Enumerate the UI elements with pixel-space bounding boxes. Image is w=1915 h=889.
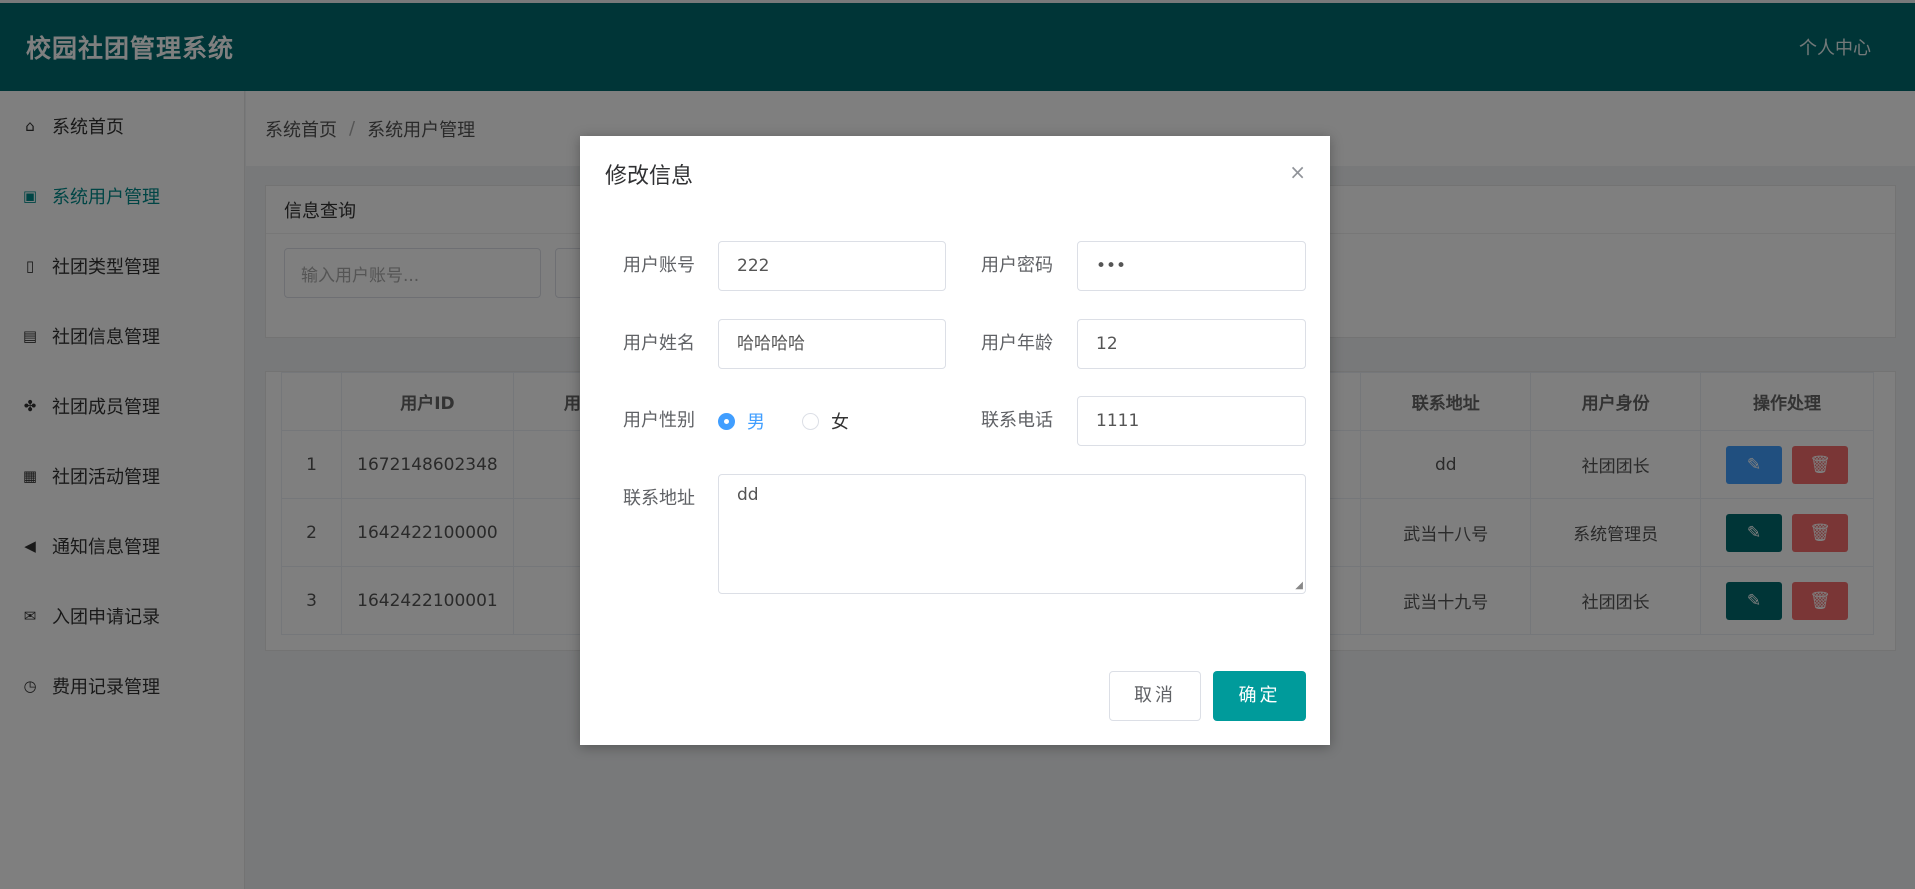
name-field[interactable]: 哈哈哈哈 <box>718 319 946 369</box>
radio-unchecked-icon <box>802 412 819 430</box>
gender-male-label: 男 <box>747 412 765 433</box>
age-label: 用户年龄 <box>981 333 1053 354</box>
age-field[interactable]: 12 <box>1077 319 1306 369</box>
radio-checked-icon <box>718 412 735 430</box>
account-field[interactable]: 222 <box>718 241 946 291</box>
gender-label: 用户性别 <box>623 410 695 431</box>
address-textarea[interactable]: dd ◢ <box>718 474 1306 594</box>
phone-field[interactable]: 1111 <box>1077 396 1306 446</box>
gender-radio-male[interactable]: 男 <box>718 396 765 446</box>
gender-female-label: 女 <box>831 412 849 433</box>
gender-radio-female[interactable]: 女 <box>802 396 849 446</box>
phone-label: 联系电话 <box>981 410 1053 431</box>
address-label: 联系地址 <box>623 488 695 509</box>
account-label: 用户账号 <box>623 255 695 276</box>
confirm-button[interactable]: 确定 <box>1213 671 1306 721</box>
name-label: 用户姓名 <box>623 333 695 354</box>
close-icon[interactable]: × <box>1289 160 1306 184</box>
password-field[interactable]: ••• <box>1077 241 1306 291</box>
cancel-button[interactable]: 取消 <box>1109 671 1201 721</box>
dialog-title: 修改信息 <box>605 164 694 189</box>
edit-info-dialog: 修改信息 × 用户账号 222 用户密码 ••• 用户姓名 哈哈哈哈 用户年龄 … <box>580 136 1330 745</box>
address-value: dd <box>737 485 759 505</box>
resize-handle-icon[interactable]: ◢ <box>1295 580 1303 591</box>
password-label: 用户密码 <box>981 255 1053 276</box>
